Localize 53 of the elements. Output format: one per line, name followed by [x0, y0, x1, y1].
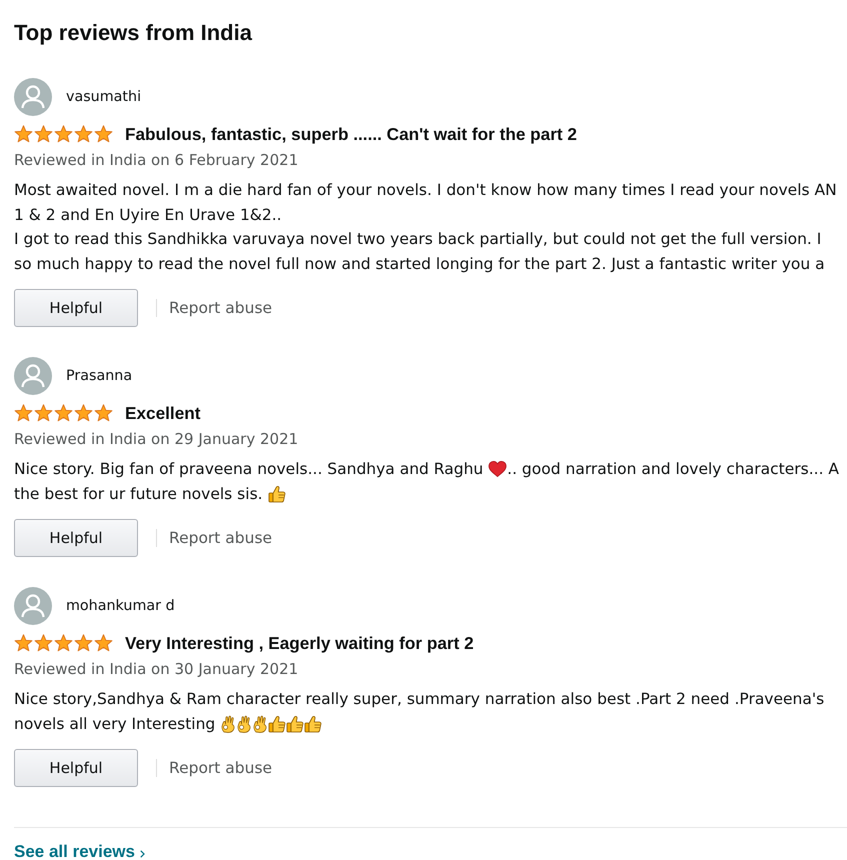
- review-text: novels all very Interesting: [14, 714, 216, 735]
- report-abuse-link[interactable]: Report abuse: [169, 297, 272, 319]
- review-text: I got to read this Sandhikka varuvaya novel two years back partially, but could not get the full version. I: [14, 229, 822, 250]
- review-date: Reviewed in India on 30 January 2021: [14, 659, 298, 680]
- helpful-button[interactable]: Helpful: [14, 519, 138, 557]
- helpful-button[interactable]: Helpful: [14, 289, 138, 327]
- review-text: the best for ur future novels sis.: [14, 484, 264, 505]
- star-icon: [74, 404, 93, 422]
- review-date: Reviewed in India on 29 January 2021: [14, 429, 298, 450]
- avatar-icon: [14, 78, 52, 116]
- review-title[interactable]: Fabulous, fantastic, superb ...... Can't wait for the part 2: [125, 124, 577, 144]
- star-icon: [34, 404, 53, 422]
- review-text: Nice story. Big fan of praveena novels... Sandhya and Raghu: [14, 459, 484, 480]
- heart-icon: [488, 460, 508, 478]
- report-abuse-link[interactable]: Report abuse: [169, 757, 272, 779]
- star-icon: [34, 125, 53, 143]
- thumbs-up-icon: [268, 484, 286, 503]
- helpful-button[interactable]: Helpful: [14, 749, 138, 787]
- star-icon: [54, 404, 73, 422]
- review-text: so much happy to read the novel full now and started longing for the part 2. Just a fantastic writer you a: [14, 254, 825, 275]
- review-title[interactable]: Excellent: [125, 403, 200, 423]
- review-title[interactable]: Very Interesting , Eagerly waiting for part 2: [125, 633, 474, 653]
- see-all-reviews-link[interactable]: See all reviews: [14, 843, 145, 860]
- section-heading: Top reviews from India: [14, 19, 252, 47]
- chevron-icon: [140, 850, 145, 858]
- reviewer-name[interactable]: vasumathi: [66, 88, 142, 106]
- star-icon: [74, 634, 93, 652]
- review-date: Reviewed in India on 6 February 2021: [14, 150, 298, 171]
- thumbs-up-icon: [304, 714, 322, 733]
- ok-hand-icon: [236, 714, 252, 733]
- star-icon: [94, 125, 113, 143]
- thumbs-up-icon: [286, 714, 304, 733]
- ok-hand-icon: [252, 714, 268, 733]
- avatar-icon: [14, 357, 52, 395]
- star-icon: [14, 125, 33, 143]
- star-icon: [94, 404, 113, 422]
- reviewer-name[interactable]: Prasanna: [66, 367, 132, 385]
- thumbs-up-icon: [268, 714, 286, 733]
- review-text: Most awaited novel. I m a die hard fan of your novels. I don't know how many times I read your novels AN: [14, 180, 837, 202]
- avatar-icon: [14, 587, 52, 625]
- star-icon: [14, 634, 33, 652]
- review-text: Nice story,Sandhya & Ram character really super, summary narration also best .Part 2 need .Praveena's: [14, 689, 824, 710]
- star-icon: [74, 125, 93, 143]
- star-icon: [94, 634, 113, 652]
- star-icon: [54, 125, 73, 143]
- ok-hand-icon: [220, 714, 236, 733]
- star-icon: [34, 634, 53, 652]
- review-text: 1 & 2 and En Uyire En Urave 1&2..: [14, 204, 282, 226]
- report-abuse-link[interactable]: Report abuse: [169, 527, 272, 549]
- star-icon: [54, 634, 73, 652]
- review-text: .. good narration and lovely characters... A: [507, 459, 840, 480]
- reviewer-name[interactable]: mohankumar d: [66, 597, 175, 615]
- star-icon: [14, 404, 33, 422]
